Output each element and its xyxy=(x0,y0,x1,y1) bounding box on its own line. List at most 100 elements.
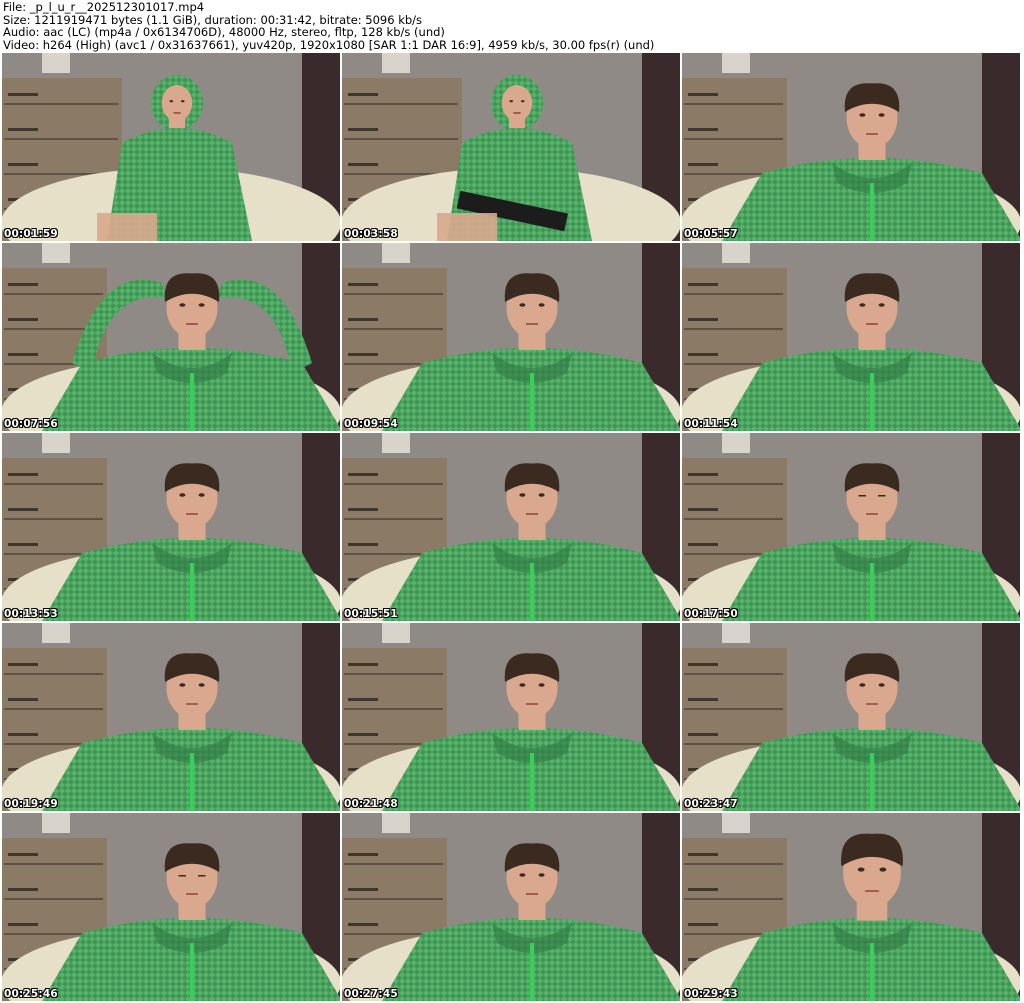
eye-right xyxy=(878,303,885,307)
eye-left xyxy=(179,303,186,307)
dresser-handle xyxy=(348,698,378,701)
plant-pot xyxy=(42,243,70,263)
dresser-handle xyxy=(8,128,38,131)
mouth xyxy=(865,890,879,892)
dresser-handle xyxy=(8,543,38,546)
dresser-drawer-line xyxy=(4,138,118,140)
dresser-drawer-line xyxy=(344,483,443,485)
dresser-drawer-line xyxy=(684,483,783,485)
thumbnail: 00:29:43 xyxy=(682,813,1020,1001)
plant-pot xyxy=(382,53,410,73)
thumbnail-timestamp: 00:25:46 xyxy=(4,988,58,1000)
eye-right xyxy=(520,100,525,103)
eye-right xyxy=(198,683,205,687)
thumbnail: 00:15:51 xyxy=(342,433,680,621)
thumbnail-timestamp: 00:03:58 xyxy=(344,228,398,240)
eye-left xyxy=(859,113,866,117)
thumbnail-timestamp: 00:29:43 xyxy=(684,988,738,1000)
thumbnail-timestamp: 00:11:54 xyxy=(684,418,738,430)
video-frame xyxy=(2,243,340,431)
dresser-drawer-line xyxy=(4,483,103,485)
eye-left xyxy=(859,303,866,307)
mouth xyxy=(866,513,878,515)
dresser-drawer-line xyxy=(684,673,783,675)
audio-info-line: Audio: aac (LC) (mp4a / 0x6134706D), 480… xyxy=(3,25,445,40)
zipper xyxy=(530,753,534,811)
dresser-handle xyxy=(688,353,718,356)
video-frame xyxy=(2,623,340,811)
dresser-drawer-line xyxy=(344,103,458,105)
plant-pot xyxy=(722,433,750,453)
dresser-handle xyxy=(348,93,378,96)
mouth xyxy=(526,323,538,325)
thumbnail: 00:09:54 xyxy=(342,243,680,431)
zipper xyxy=(530,373,534,431)
dresser-handle xyxy=(688,923,718,926)
dresser-drawer-line xyxy=(684,293,783,295)
dresser-drawer-line xyxy=(344,293,443,295)
thumbnail-timestamp: 00:23:47 xyxy=(684,798,738,810)
thumbnail: 00:07:56 xyxy=(2,243,340,431)
plant-pot xyxy=(42,53,70,73)
thumbnail: 00:13:53 xyxy=(2,433,340,621)
dresser-handle xyxy=(688,93,718,96)
dresser-drawer-line xyxy=(344,673,443,675)
mouth xyxy=(866,323,878,325)
video-frame xyxy=(2,433,340,621)
dresser-handle xyxy=(8,853,38,856)
zipper xyxy=(530,563,534,621)
dresser-handle xyxy=(688,473,718,476)
video-frame xyxy=(682,243,1020,431)
eye-left xyxy=(509,100,514,103)
plant-pot xyxy=(382,243,410,263)
eye-left xyxy=(519,873,526,877)
thumbnail-timestamp: 00:27:45 xyxy=(344,988,398,1000)
leg xyxy=(97,213,157,241)
dresser-handle xyxy=(8,318,38,321)
eye-right xyxy=(180,100,185,103)
eye-left xyxy=(169,100,174,103)
eye-right xyxy=(198,875,206,877)
eye-left xyxy=(519,493,526,497)
zipper xyxy=(870,943,874,1001)
plant-pot xyxy=(42,813,70,833)
dresser-handle xyxy=(8,508,38,511)
thumbnail: 00:17:50 xyxy=(682,433,1020,621)
thumbnail-timestamp: 00:19:49 xyxy=(4,798,58,810)
dresser-handle xyxy=(348,473,378,476)
dresser-handle xyxy=(688,128,718,131)
thumbnail: 00:25:46 xyxy=(2,813,340,1001)
dresser-handle xyxy=(688,733,718,736)
eye-right xyxy=(538,493,545,497)
plant-pot xyxy=(42,433,70,453)
dresser-handle xyxy=(348,353,378,356)
dresser-drawer-line xyxy=(684,898,783,900)
dresser-handle xyxy=(8,663,38,666)
dresser-drawer-line xyxy=(4,103,118,105)
dresser-handle xyxy=(688,663,718,666)
dresser-drawer-line xyxy=(684,518,783,520)
zipper xyxy=(870,753,874,811)
video-frame xyxy=(342,813,680,1001)
thumbnail: 00:27:45 xyxy=(342,813,680,1001)
mouth xyxy=(186,323,198,325)
plant-pot xyxy=(382,623,410,643)
eye-left xyxy=(179,493,186,497)
mouth xyxy=(526,513,538,515)
thumbnail-timestamp: 00:15:51 xyxy=(344,608,398,620)
dresser-drawer-line xyxy=(4,293,103,295)
thumbnail: 00:23:47 xyxy=(682,623,1020,811)
dresser-handle xyxy=(348,663,378,666)
eye-right xyxy=(878,113,885,117)
thumbnail-timestamp: 00:17:50 xyxy=(684,608,738,620)
video-frame xyxy=(342,53,680,241)
eye-left xyxy=(857,867,865,872)
eye-left xyxy=(519,683,526,687)
dresser-drawer-line xyxy=(344,708,443,710)
thumbnail: 00:01:59 xyxy=(2,53,340,241)
dresser-handle xyxy=(688,888,718,891)
mouth xyxy=(526,893,538,895)
zipper xyxy=(870,563,874,621)
dresser-drawer-line xyxy=(684,863,783,865)
plant-pot xyxy=(722,813,750,833)
